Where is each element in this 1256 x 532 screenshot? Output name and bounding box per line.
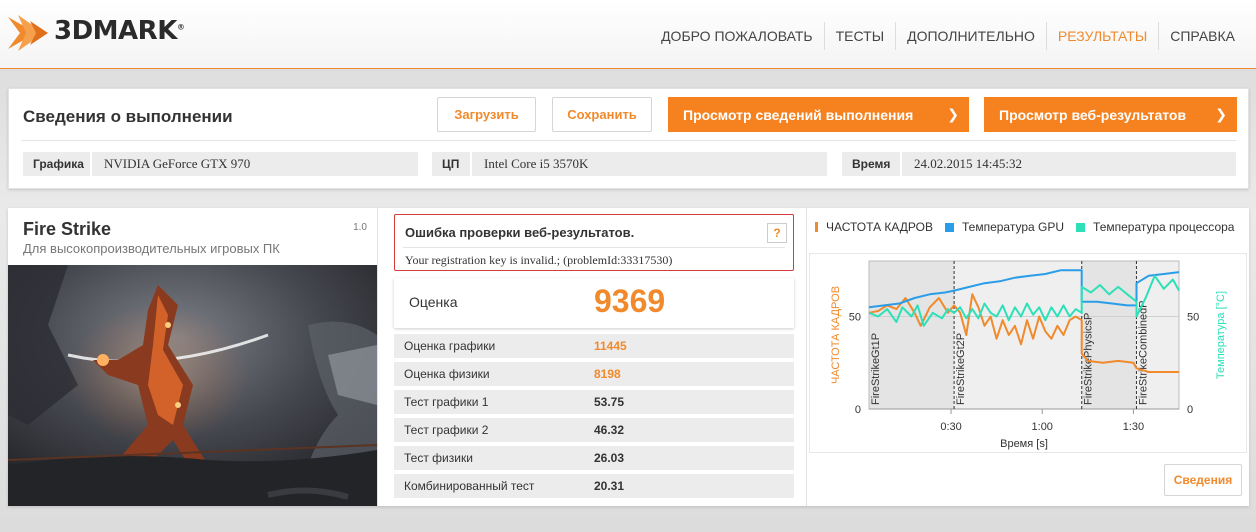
error-message: Your registration key is invalid.; (prob… (405, 253, 673, 267)
subscore-row-graphics-score: Оценка графики 11445 (394, 334, 794, 358)
subscore-label: Тест графики 2 (404, 423, 489, 437)
subscore-label: Тест физики (404, 451, 473, 465)
legend-label: ЧАСТОТА КАДРОВ (826, 220, 933, 234)
score-value: 9369 (594, 283, 666, 319)
subscore-label: Комбинированный тест (404, 479, 535, 493)
subscore-value: 46.32 (594, 423, 625, 437)
subscore-value: 53.75 (594, 395, 625, 409)
fire-strike-artwork (8, 265, 377, 506)
legend-label: Температура GPU (962, 220, 1065, 234)
main-nav: ДОБРО ПОЖАЛОВАТЬ ТЕСТЫ ДОПОЛНИТЕЛЬНО РЕЗ… (650, 22, 1246, 50)
graphics-label: Графика (23, 152, 90, 176)
chevron-right-icon: ❯ (1215, 106, 1227, 122)
divider (403, 247, 785, 248)
chart-legend: ЧАСТОТА КАДРОВ Температура GPU Температу… (815, 220, 1250, 234)
error-title: Ошибка проверки веб-результатов. (405, 225, 635, 240)
futuremark-logo-icon (8, 15, 48, 51)
view-web-results-button[interactable]: Просмотр веб-результатов ❯ (984, 97, 1237, 132)
y-left-tick-label: 0 (855, 404, 861, 416)
monitoring-chart[interactable]: FireStrikeGt1P FireStrikeGt2P FireStrikePh… (810, 254, 1246, 452)
y-right-tick-label: 0 (1187, 404, 1193, 416)
subscore-row-physics-test: Тест физики 26.03 (394, 446, 794, 470)
x-tick-label: 1:30 (1123, 421, 1144, 433)
y-left-tick-label: 50 (849, 312, 861, 324)
results-panel: Fire Strike 1.0 Для высокопроизводительн… (8, 208, 1249, 506)
cpu-label: ЦП (432, 152, 470, 176)
subscore-value: 8198 (594, 367, 621, 381)
subscore-list: Оценка графики 11445 Оценка физики 8198 … (394, 334, 794, 502)
details-button[interactable]: Сведения (1164, 464, 1242, 496)
legend-item-framerate[interactable]: ЧАСТОТА КАДРОВ (815, 220, 933, 234)
cpu-field: ЦП Intel Core i5 3570K (432, 152, 827, 176)
subscore-value: 11445 (594, 339, 627, 353)
top-bar: 3DMARK® ДОБРО ПОЖАЛОВАТЬ ТЕСТЫ ДОПОЛНИТЕ… (0, 0, 1256, 69)
nav-welcome[interactable]: ДОБРО ПОЖАЛОВАТЬ (650, 22, 824, 50)
test-subtitle: Для высокопроизводительных игровых ПК (23, 241, 280, 256)
help-button[interactable]: ? (767, 223, 787, 243)
app-logo[interactable]: 3DMARK® (6, 8, 185, 58)
chart-frame: FireStrikeGt1P FireStrikeGt2P FireStrikePh… (809, 253, 1247, 453)
save-button[interactable]: Сохранить (552, 97, 652, 132)
graphics-field: Графика NVIDIA GeForce GTX 970 (23, 152, 418, 176)
subscore-label: Оценка физики (404, 367, 490, 381)
x-tick-label: 0:30 (940, 421, 961, 433)
run-details-title: Сведения о выполнении (23, 107, 233, 126)
subscore-label: Тест графики 1 (404, 395, 489, 409)
segment-label: FireStrikeGt1P (870, 333, 882, 405)
view-run-details-button[interactable]: Просмотр сведений выполнения ❯ (668, 97, 969, 132)
nav-tests[interactable]: ТЕСТЫ (823, 22, 895, 50)
web-results-error: Ошибка проверки веб-результатов. ? Your … (394, 214, 794, 271)
segment-label: FireStrikeCombinedP (1137, 300, 1149, 405)
subscore-label: Оценка графики (404, 339, 496, 353)
x-axis-label: Время [s] (1000, 438, 1048, 450)
y-left-axis-label: ЧАСТОТА КАДРОВ (830, 286, 842, 384)
cpu-value: Intel Core i5 3570K (470, 152, 827, 176)
x-tick-label: 1:00 (1032, 421, 1053, 433)
legend-item-cpu-temp[interactable]: Температура процессора (1076, 220, 1234, 234)
divider (21, 140, 1236, 141)
subscore-row-combined-test: Комбинированный тест 20.31 (394, 474, 794, 498)
score-card: Оценка 9369 (394, 278, 794, 328)
subscore-row-physics-score: Оценка физики 8198 (394, 362, 794, 386)
subscore-value: 26.03 (594, 451, 625, 465)
time-value: 24.02.2015 14:45:32 (900, 152, 1236, 176)
nav-help[interactable]: СПРАВКА (1158, 22, 1246, 50)
load-button[interactable]: Загрузить (437, 97, 536, 132)
score-label: Оценка (409, 294, 458, 310)
chevron-right-icon: ❯ (947, 106, 959, 122)
nav-advanced[interactable]: ДОПОЛНИТЕЛЬНО (895, 22, 1046, 50)
test-version: 1.0 (353, 222, 367, 233)
monitoring-chart-panel: ЧАСТОТА КАДРОВ Температура GPU Температу… (806, 208, 1249, 506)
legend-item-gpu-temp[interactable]: Температура GPU (945, 220, 1064, 234)
view-web-results-label: Просмотр веб-результатов (999, 106, 1187, 123)
subscore-value: 20.31 (594, 479, 625, 493)
legend-swatch (815, 222, 818, 232)
segment-label: FireStrikePhysicsP (1083, 313, 1095, 405)
logo-text: 3DMARK® (54, 16, 185, 46)
graphics-value: NVIDIA GeForce GTX 970 (90, 152, 418, 176)
view-run-details-label: Просмотр сведений выполнения (683, 106, 914, 123)
legend-swatch (1076, 222, 1086, 232)
time-field: Время 24.02.2015 14:45:32 (842, 152, 1236, 176)
subscore-row-graphics-test-2: Тест графики 2 46.32 (394, 418, 794, 442)
test-artwork-image (8, 265, 377, 506)
y-right-axis-label: Температура [°C] (1215, 291, 1227, 379)
nav-results[interactable]: РЕЗУЛЬТАТЫ (1045, 22, 1158, 50)
subscore-row-graphics-test-1: Тест графики 1 53.75 (394, 390, 794, 414)
segment-label: FireStrikeGt2P (955, 333, 967, 405)
test-name: Fire Strike (23, 219, 112, 239)
time-label: Время (842, 152, 900, 176)
run-details-panel: Сведения о выполнении Загрузить Сохранит… (8, 88, 1249, 189)
legend-label: Температура процессора (1093, 220, 1235, 234)
y-right-tick-label: 50 (1187, 312, 1199, 324)
legend-swatch (945, 222, 954, 232)
test-card: Fire Strike 1.0 Для высокопроизводительн… (8, 208, 378, 506)
